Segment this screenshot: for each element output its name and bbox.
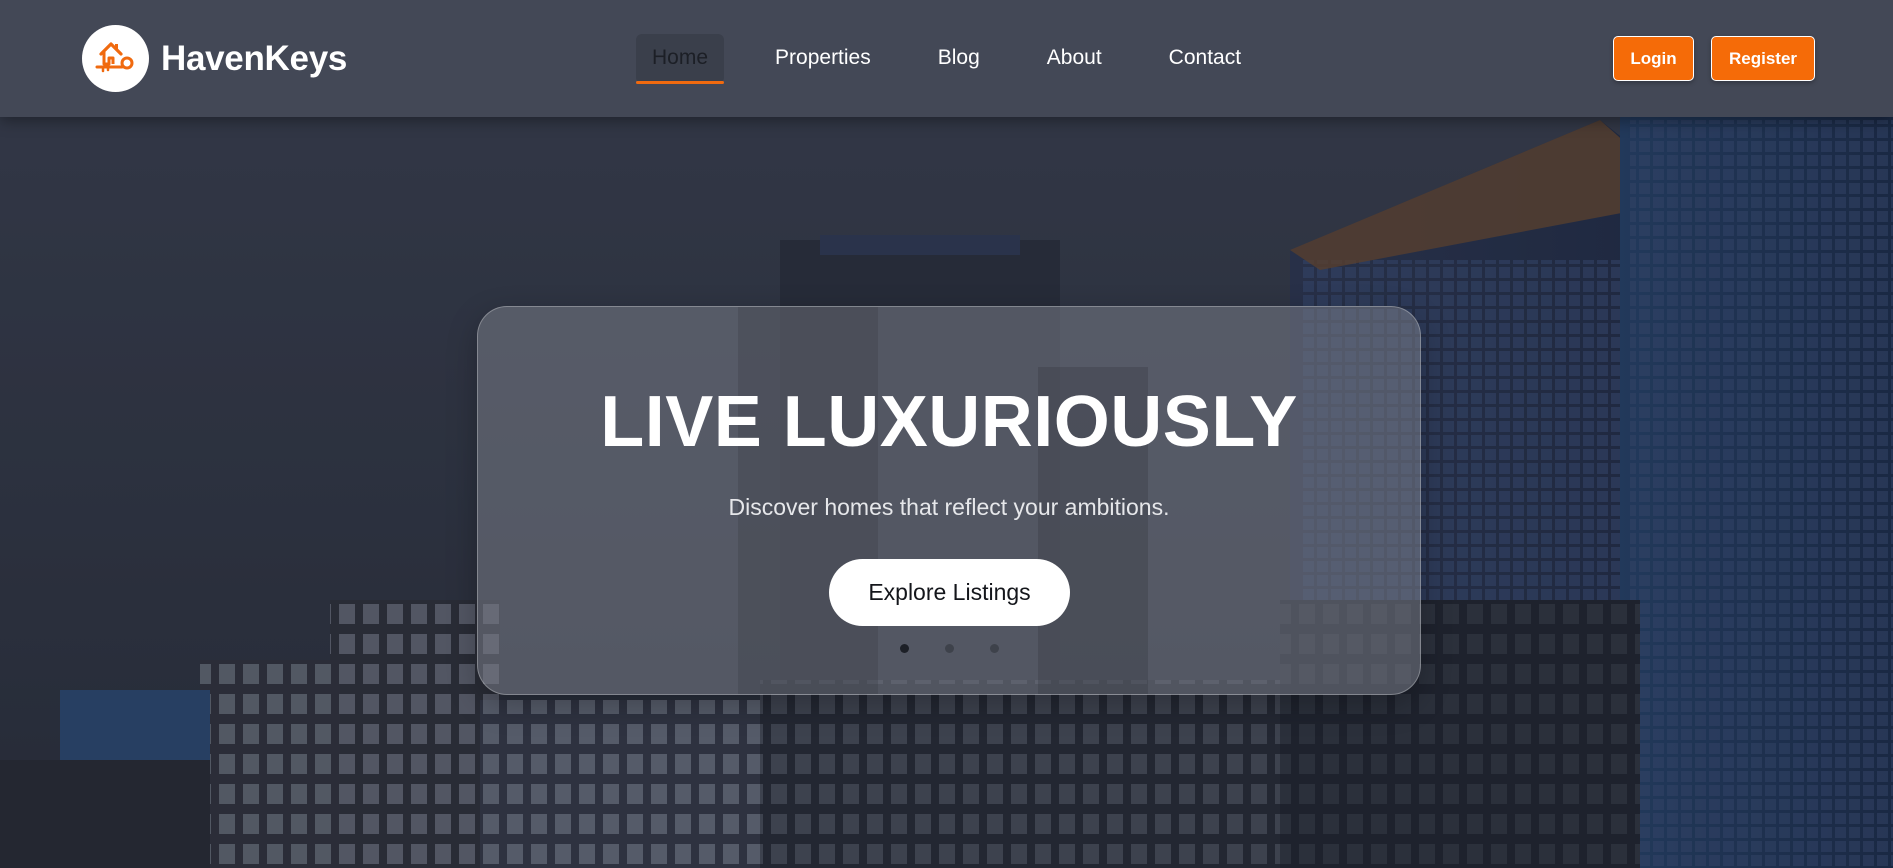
nav-item-blog[interactable]: Blog [922, 34, 996, 82]
main-nav: Home Properties Blog About Contact [636, 34, 1257, 84]
hero-subtitle: Discover homes that reflect your ambitio… [728, 494, 1170, 520]
nav-item-properties[interactable]: Properties [759, 34, 887, 82]
house-key-icon [95, 38, 137, 79]
logo[interactable] [82, 25, 149, 92]
hero-title: LIVE LUXURIOUSLY [600, 382, 1298, 462]
brand-name[interactable]: HavenKeys [161, 39, 347, 79]
nav-item-contact[interactable]: Contact [1153, 34, 1257, 82]
carousel-dot-3[interactable] [989, 644, 999, 653]
carousel-dot-1[interactable] [899, 644, 909, 653]
site-header: HavenKeys Home Properties Blog About Con… [0, 0, 1893, 117]
nav-item-home[interactable]: Home [636, 34, 725, 84]
auth-buttons: Login Register [1613, 36, 1815, 81]
explore-listings-button[interactable]: Explore Listings [829, 559, 1070, 626]
carousel-dot-2[interactable] [944, 644, 954, 653]
register-button[interactable]: Register [1711, 36, 1815, 81]
brand[interactable]: HavenKeys [82, 25, 347, 92]
login-button[interactable]: Login [1613, 36, 1694, 81]
nav-item-about[interactable]: About [1031, 34, 1118, 82]
carousel-dots [478, 644, 1420, 653]
hero-card: LIVE LUXURIOUSLY Discover homes that ref… [477, 306, 1421, 695]
